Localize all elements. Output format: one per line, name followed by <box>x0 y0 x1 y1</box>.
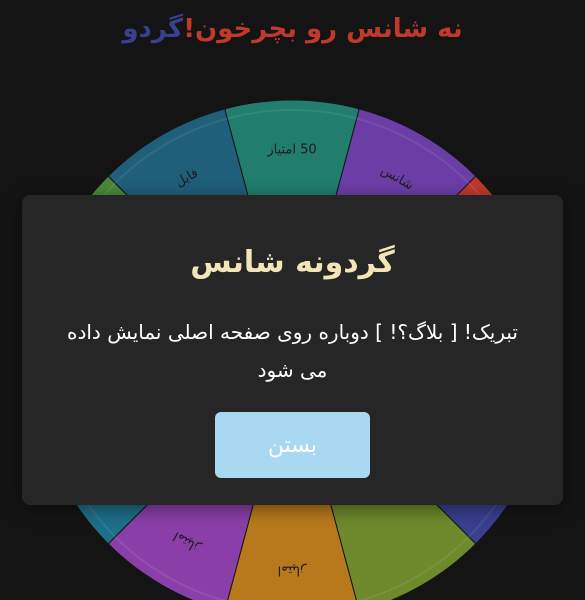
dialog-title: گردونه شانس <box>190 245 395 280</box>
close-button[interactable]: بستن <box>215 412 370 478</box>
wheel-segment-label: امتیاز <box>278 563 308 578</box>
dialog-message: تبریک! [ بلاگ؟! ] دوباره روی صفحه اصلی ن… <box>66 320 518 382</box>
result-dialog: گردونه شانس تبریک! [ بلاگ؟! ] دوباره روی… <box>22 195 563 505</box>
wheel-segment-label: 50 امتیاز <box>266 143 316 158</box>
